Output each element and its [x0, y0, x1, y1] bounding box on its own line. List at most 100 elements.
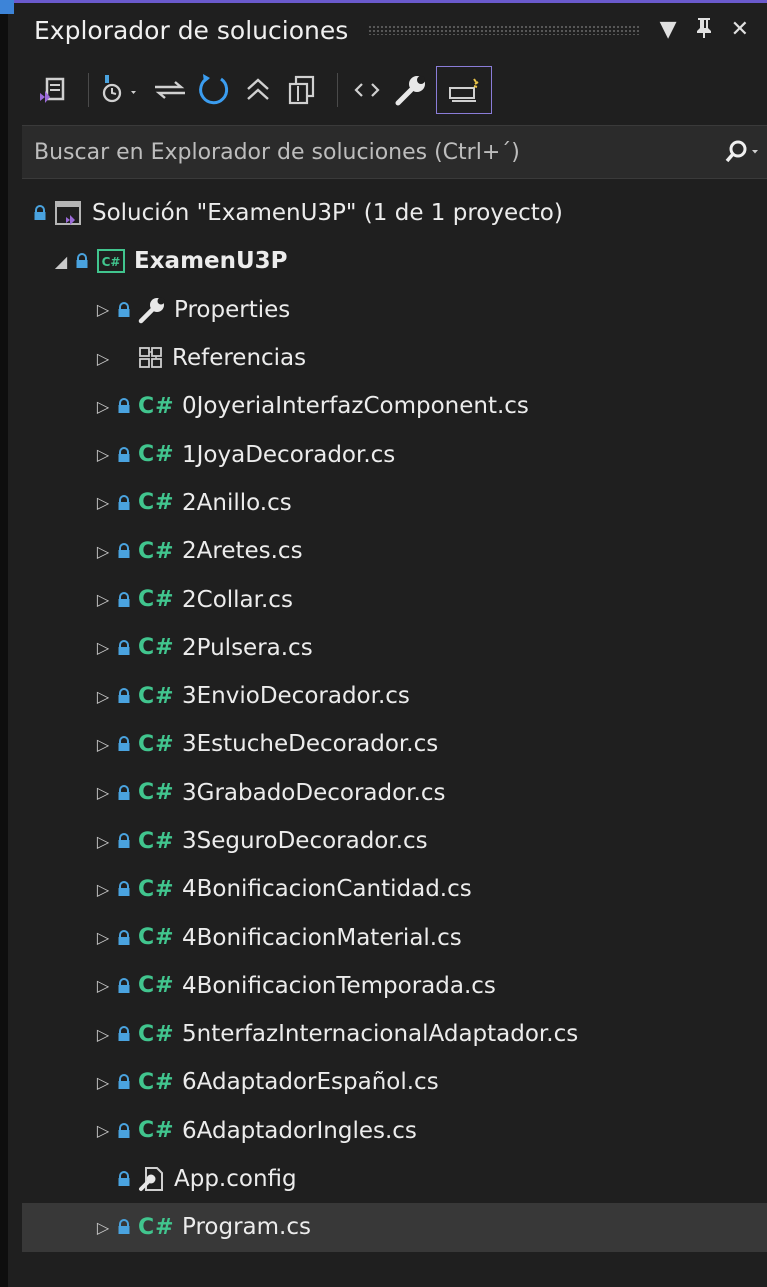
lock-icon: [114, 929, 134, 946]
file-label: 1JoyaDecorador.cs: [182, 441, 396, 468]
search-icon[interactable]: [719, 139, 767, 165]
collapsed-arrow-icon[interactable]: ▷: [92, 638, 114, 657]
collapsed-arrow-icon[interactable]: ▷: [92, 687, 114, 706]
collapsed-arrow-icon[interactable]: ▷: [92, 735, 114, 754]
tree-item-file[interactable]: ▷ C# 4BonificacionCantidad.cs: [22, 865, 767, 913]
tree-item-file[interactable]: ▷ C# 4BonificacionTemporada.cs: [22, 962, 767, 1010]
lock-icon: [114, 1122, 134, 1139]
tree-item-file[interactable]: ▷ C# 6AdaptadorEspañol.cs: [22, 1058, 767, 1106]
file-label: 2Anillo.cs: [182, 489, 292, 516]
file-label: 6AdaptadorEspañol.cs: [182, 1069, 439, 1096]
drag-grip[interactable]: [368, 25, 640, 35]
csharp-file-icon: C#: [138, 828, 175, 854]
csharp-file-icon: C#: [138, 683, 175, 709]
tree-item-file[interactable]: ▷ C# 2Collar.cs: [22, 575, 767, 623]
close-icon[interactable]: ✕: [731, 19, 749, 41]
solution-explorer-panel: Explorador de soluciones ▼ ✕ Buscar en E…: [22, 3, 767, 1287]
csharp-file-icon: C#: [138, 393, 175, 419]
collapsed-arrow-icon[interactable]: ▷: [92, 300, 114, 319]
csharp-project-icon: C#: [96, 248, 126, 274]
tree-item-app-config[interactable]: App.config: [22, 1155, 767, 1203]
code-view-icon[interactable]: [348, 67, 386, 113]
file-label: 2Collar.cs: [182, 586, 293, 613]
pending-changes-icon[interactable]: [99, 67, 145, 113]
tree-item-file[interactable]: ▷ C# 3SeguroDecorador.cs: [22, 817, 767, 865]
file-label: 5nterfazInternacionalAdaptador.cs: [182, 1021, 579, 1048]
csharp-file-icon: C#: [138, 1069, 175, 1095]
tree-item-references[interactable]: ▷ Referencias: [22, 334, 767, 382]
show-all-files-icon[interactable]: [283, 67, 321, 113]
window-position-dropdown-icon[interactable]: ▼: [660, 19, 677, 41]
tree-item-file[interactable]: ▷ C# 4BonificacionMaterial.cs: [22, 913, 767, 961]
csharp-file-icon: C#: [138, 490, 175, 516]
csharp-file-icon: C#: [138, 442, 175, 468]
lock-icon: [114, 301, 134, 318]
tree-item-file[interactable]: ▷ C# 3GrabadoDecorador.cs: [22, 769, 767, 817]
tree-item-file[interactable]: ▷ C# 1JoyaDecorador.cs: [22, 430, 767, 478]
file-label: 4BonificacionTemporada.cs: [182, 972, 496, 999]
collapsed-arrow-icon[interactable]: ▷: [92, 928, 114, 947]
lock-icon: [114, 639, 134, 656]
tree-item-file[interactable]: ▷ C# 5nterfazInternacionalAdaptador.cs: [22, 1010, 767, 1058]
collapsed-arrow-icon[interactable]: ▷: [92, 832, 114, 851]
csharp-file-icon: C#: [138, 1021, 175, 1047]
search-input[interactable]: [22, 126, 719, 178]
lock-icon: [114, 833, 134, 849]
lock-icon: [114, 1074, 134, 1090]
collapsed-arrow-icon[interactable]: ▷: [92, 349, 114, 368]
collapsed-arrow-icon[interactable]: ▷: [92, 590, 114, 609]
collapsed-arrow-icon[interactable]: ▷: [92, 1218, 114, 1237]
csharp-file-icon: C#: [138, 635, 175, 661]
lock-icon: [114, 784, 134, 801]
tree-item-file[interactable]: ▷ C# 2Pulsera.cs: [22, 624, 767, 672]
lock-icon: [114, 591, 134, 608]
collapsed-arrow-icon[interactable]: ▷: [92, 880, 114, 899]
collapsed-arrow-icon[interactable]: ▷: [92, 493, 114, 512]
collapsed-arrow-icon[interactable]: ▷: [92, 397, 114, 416]
collapsed-arrow-icon[interactable]: ▷: [92, 445, 114, 464]
collapse-all-icon[interactable]: [239, 67, 277, 113]
references-icon: [138, 346, 164, 370]
config-label: App.config: [174, 1166, 297, 1193]
file-label: 3SeguroDecorador.cs: [182, 828, 428, 854]
collapsed-arrow-icon[interactable]: ▷: [92, 976, 114, 995]
refresh-icon[interactable]: [195, 67, 233, 113]
tree-item-properties[interactable]: ▷ Properties: [22, 286, 767, 334]
properties-wrench-icon[interactable]: [392, 67, 430, 113]
lock-icon: [72, 253, 92, 269]
file-label: 2Pulsera.cs: [182, 634, 313, 661]
csharp-file-icon: C#: [138, 973, 175, 999]
preview-selected-icon[interactable]: [436, 66, 492, 114]
pin-icon[interactable]: [695, 17, 713, 44]
collapsed-arrow-icon[interactable]: ▷: [92, 1025, 114, 1044]
lock-icon: [114, 1026, 134, 1042]
tree-item-file[interactable]: ▷ C# 2Aretes.cs: [22, 527, 767, 575]
search-box: [22, 125, 767, 179]
tree-item-file[interactable]: ▷ C# 0JoyeriaInterfazComponent.cs: [22, 382, 767, 430]
tree-item-file[interactable]: ▷ C# 2Anillo.cs: [22, 479, 767, 527]
tree-item-file[interactable]: ▷ C# 3EnvioDecorador.cs: [22, 672, 767, 720]
collapsed-arrow-icon[interactable]: ▷: [92, 783, 114, 802]
collapsed-arrow-icon[interactable]: ▷: [92, 542, 114, 561]
tree-item-file[interactable]: ▷ C# 6AdaptadorIngles.cs: [22, 1107, 767, 1155]
lock-icon: [114, 1171, 134, 1187]
properties-label: Properties: [174, 296, 291, 323]
expanded-arrow-icon[interactable]: ◢: [50, 252, 72, 271]
tree-item-solution[interactable]: Solución "ExamenU3P" (1 de 1 proyecto): [22, 189, 767, 237]
collapsed-arrow-icon[interactable]: ▷: [92, 1121, 114, 1140]
config-file-icon: [138, 1165, 166, 1193]
vs-solution-icon[interactable]: [34, 67, 72, 113]
lock-icon: [114, 446, 134, 463]
lock-icon: [114, 398, 134, 414]
csharp-file-icon: C#: [138, 1214, 175, 1240]
csharp-file-icon: C#: [138, 538, 175, 564]
tree-item-program[interactable]: ▷ C# Program.cs: [22, 1203, 767, 1252]
lock-icon: [114, 736, 134, 752]
sync-icon[interactable]: [151, 67, 189, 113]
corner-tab: [0, 0, 14, 14]
csharp-file-icon: C#: [138, 780, 175, 806]
file-label: 4BonificacionCantidad.cs: [182, 876, 472, 903]
tree-item-file[interactable]: ▷ C# 3EstucheDecorador.cs: [22, 720, 767, 768]
collapsed-arrow-icon[interactable]: ▷: [92, 1073, 114, 1092]
tree-item-project[interactable]: ◢ C# ExamenU3P: [22, 237, 767, 285]
